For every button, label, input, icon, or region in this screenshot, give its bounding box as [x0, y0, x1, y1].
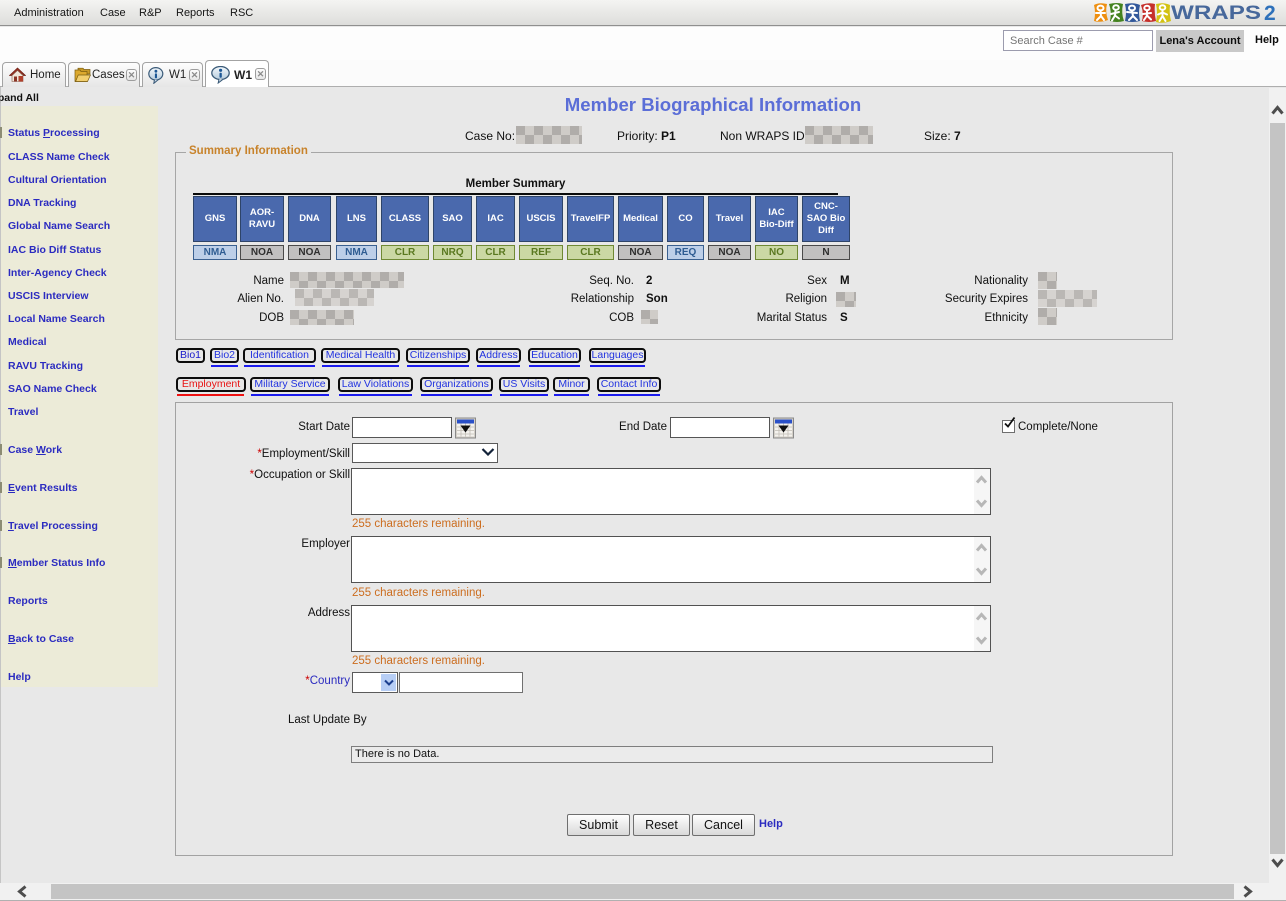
- svg-text:WRAPS: WRAPS: [1171, 2, 1261, 24]
- svg-text:2: 2: [1264, 2, 1276, 24]
